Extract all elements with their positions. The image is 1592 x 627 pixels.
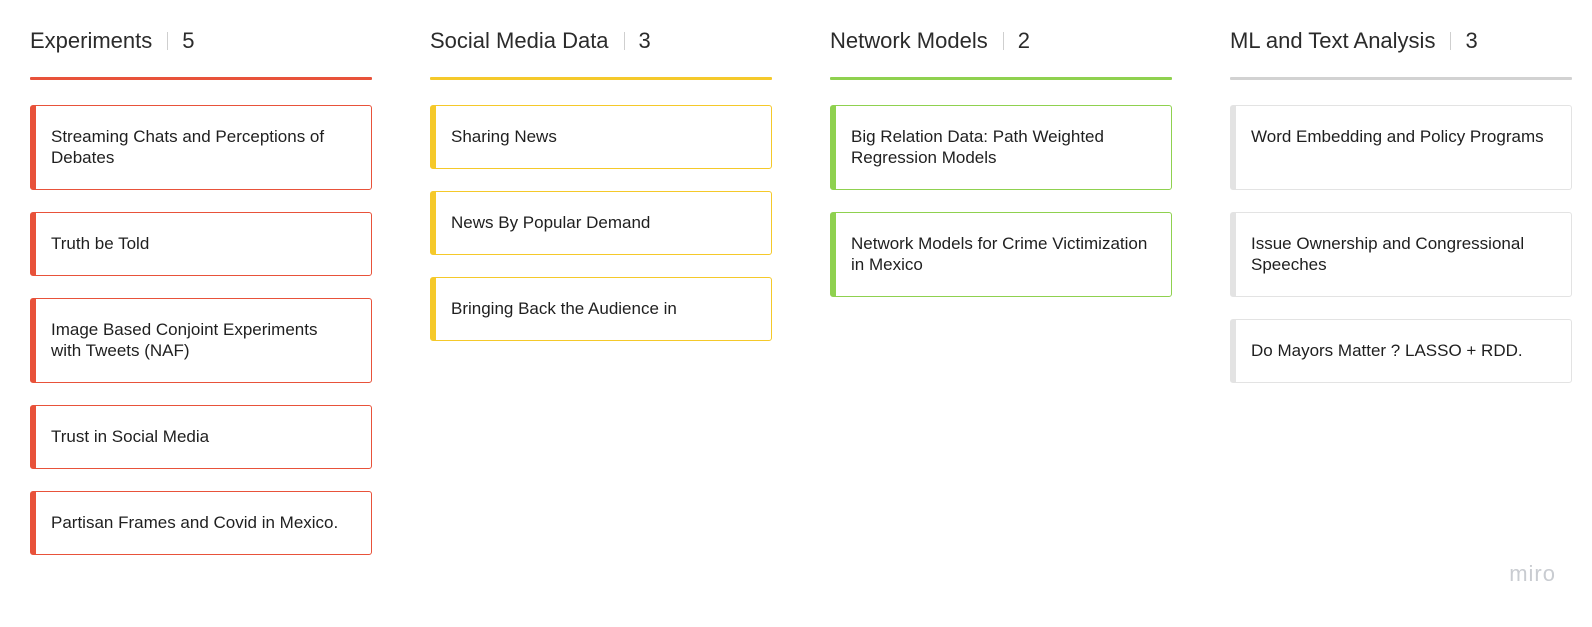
column-header[interactable]: Experiments 5 bbox=[30, 28, 372, 54]
card-count: 5 bbox=[182, 28, 195, 53]
card[interactable]: Streaming Chats and Perceptions of Debat… bbox=[30, 105, 372, 190]
card[interactable]: Network Models for Crime Victimization i… bbox=[830, 212, 1172, 297]
card-text: Streaming Chats and Perceptions of Debat… bbox=[51, 127, 325, 167]
header-divider bbox=[1002, 32, 1004, 50]
card-text: Bringing Back the Audience in bbox=[451, 299, 677, 318]
card-text: Word Embedding and Policy Programs bbox=[1251, 127, 1544, 146]
column-header[interactable]: ML and Text Analysis 3 bbox=[1230, 28, 1572, 54]
column-social-media-data: Social Media Data 3 Sharing News News By… bbox=[430, 28, 772, 555]
card-text: News By Popular Demand bbox=[451, 213, 651, 232]
column-title: Social Media Data bbox=[430, 28, 609, 53]
card-list: Word Embedding and Policy Programs Issue… bbox=[1230, 105, 1572, 383]
column-ml-and-text-analysis: ML and Text Analysis 3 Word Embedding an… bbox=[1230, 28, 1572, 555]
header-divider bbox=[623, 32, 625, 50]
card[interactable]: Partisan Frames and Covid in Mexico. bbox=[30, 491, 372, 555]
column-color-rule bbox=[830, 77, 1172, 80]
card-text: Trust in Social Media bbox=[51, 427, 210, 446]
card-count: 2 bbox=[1017, 28, 1030, 53]
column-title: Experiments bbox=[30, 28, 153, 53]
card[interactable]: Truth be Told bbox=[30, 212, 372, 276]
card-text: Big Relation Data: Path Weighted Regress… bbox=[851, 127, 1104, 167]
card-text: Truth be Told bbox=[51, 234, 150, 253]
card-text: Sharing News bbox=[451, 127, 557, 146]
header-divider bbox=[167, 32, 169, 50]
card-count: 3 bbox=[1465, 28, 1478, 53]
card[interactable]: Trust in Social Media bbox=[30, 405, 372, 469]
card-text: Network Models for Crime Victimization i… bbox=[851, 234, 1148, 274]
card-text: Issue Ownership and Congressional Speech… bbox=[1251, 234, 1525, 274]
header-divider bbox=[1450, 32, 1452, 50]
card[interactable]: Bringing Back the Audience in bbox=[430, 277, 772, 341]
column-color-rule bbox=[430, 77, 772, 80]
card[interactable]: Word Embedding and Policy Programs bbox=[1230, 105, 1572, 190]
card-text: Image Based Conjoint Experiments with Tw… bbox=[51, 320, 318, 360]
column-header[interactable]: Social Media Data 3 bbox=[430, 28, 772, 54]
card[interactable]: Image Based Conjoint Experiments with Tw… bbox=[30, 298, 372, 383]
column-network-models: Network Models 2 Big Relation Data: Path… bbox=[830, 28, 1172, 555]
card[interactable]: News By Popular Demand bbox=[430, 191, 772, 255]
kanban-board: Experiments 5 Streaming Chats and Percep… bbox=[30, 28, 1572, 555]
card-text: Partisan Frames and Covid in Mexico. bbox=[51, 513, 339, 532]
column-title: ML and Text Analysis bbox=[1230, 28, 1436, 53]
miro-logo: miro bbox=[1509, 561, 1556, 586]
column-color-rule bbox=[30, 77, 372, 80]
column-title: Network Models bbox=[830, 28, 988, 53]
card[interactable]: Big Relation Data: Path Weighted Regress… bbox=[830, 105, 1172, 190]
card-count: 3 bbox=[638, 28, 651, 53]
card-list: Big Relation Data: Path Weighted Regress… bbox=[830, 105, 1172, 297]
column-color-rule bbox=[1230, 77, 1572, 80]
card-list: Streaming Chats and Perceptions of Debat… bbox=[30, 105, 372, 555]
card[interactable]: Do Mayors Matter ? LASSO + RDD. bbox=[1230, 319, 1572, 383]
card[interactable]: Sharing News bbox=[430, 105, 772, 169]
card[interactable]: Issue Ownership and Congressional Speech… bbox=[1230, 212, 1572, 297]
card-list: Sharing News News By Popular Demand Brin… bbox=[430, 105, 772, 341]
column-experiments: Experiments 5 Streaming Chats and Percep… bbox=[30, 28, 372, 555]
card-text: Do Mayors Matter ? LASSO + RDD. bbox=[1251, 341, 1523, 360]
column-header[interactable]: Network Models 2 bbox=[830, 28, 1172, 54]
